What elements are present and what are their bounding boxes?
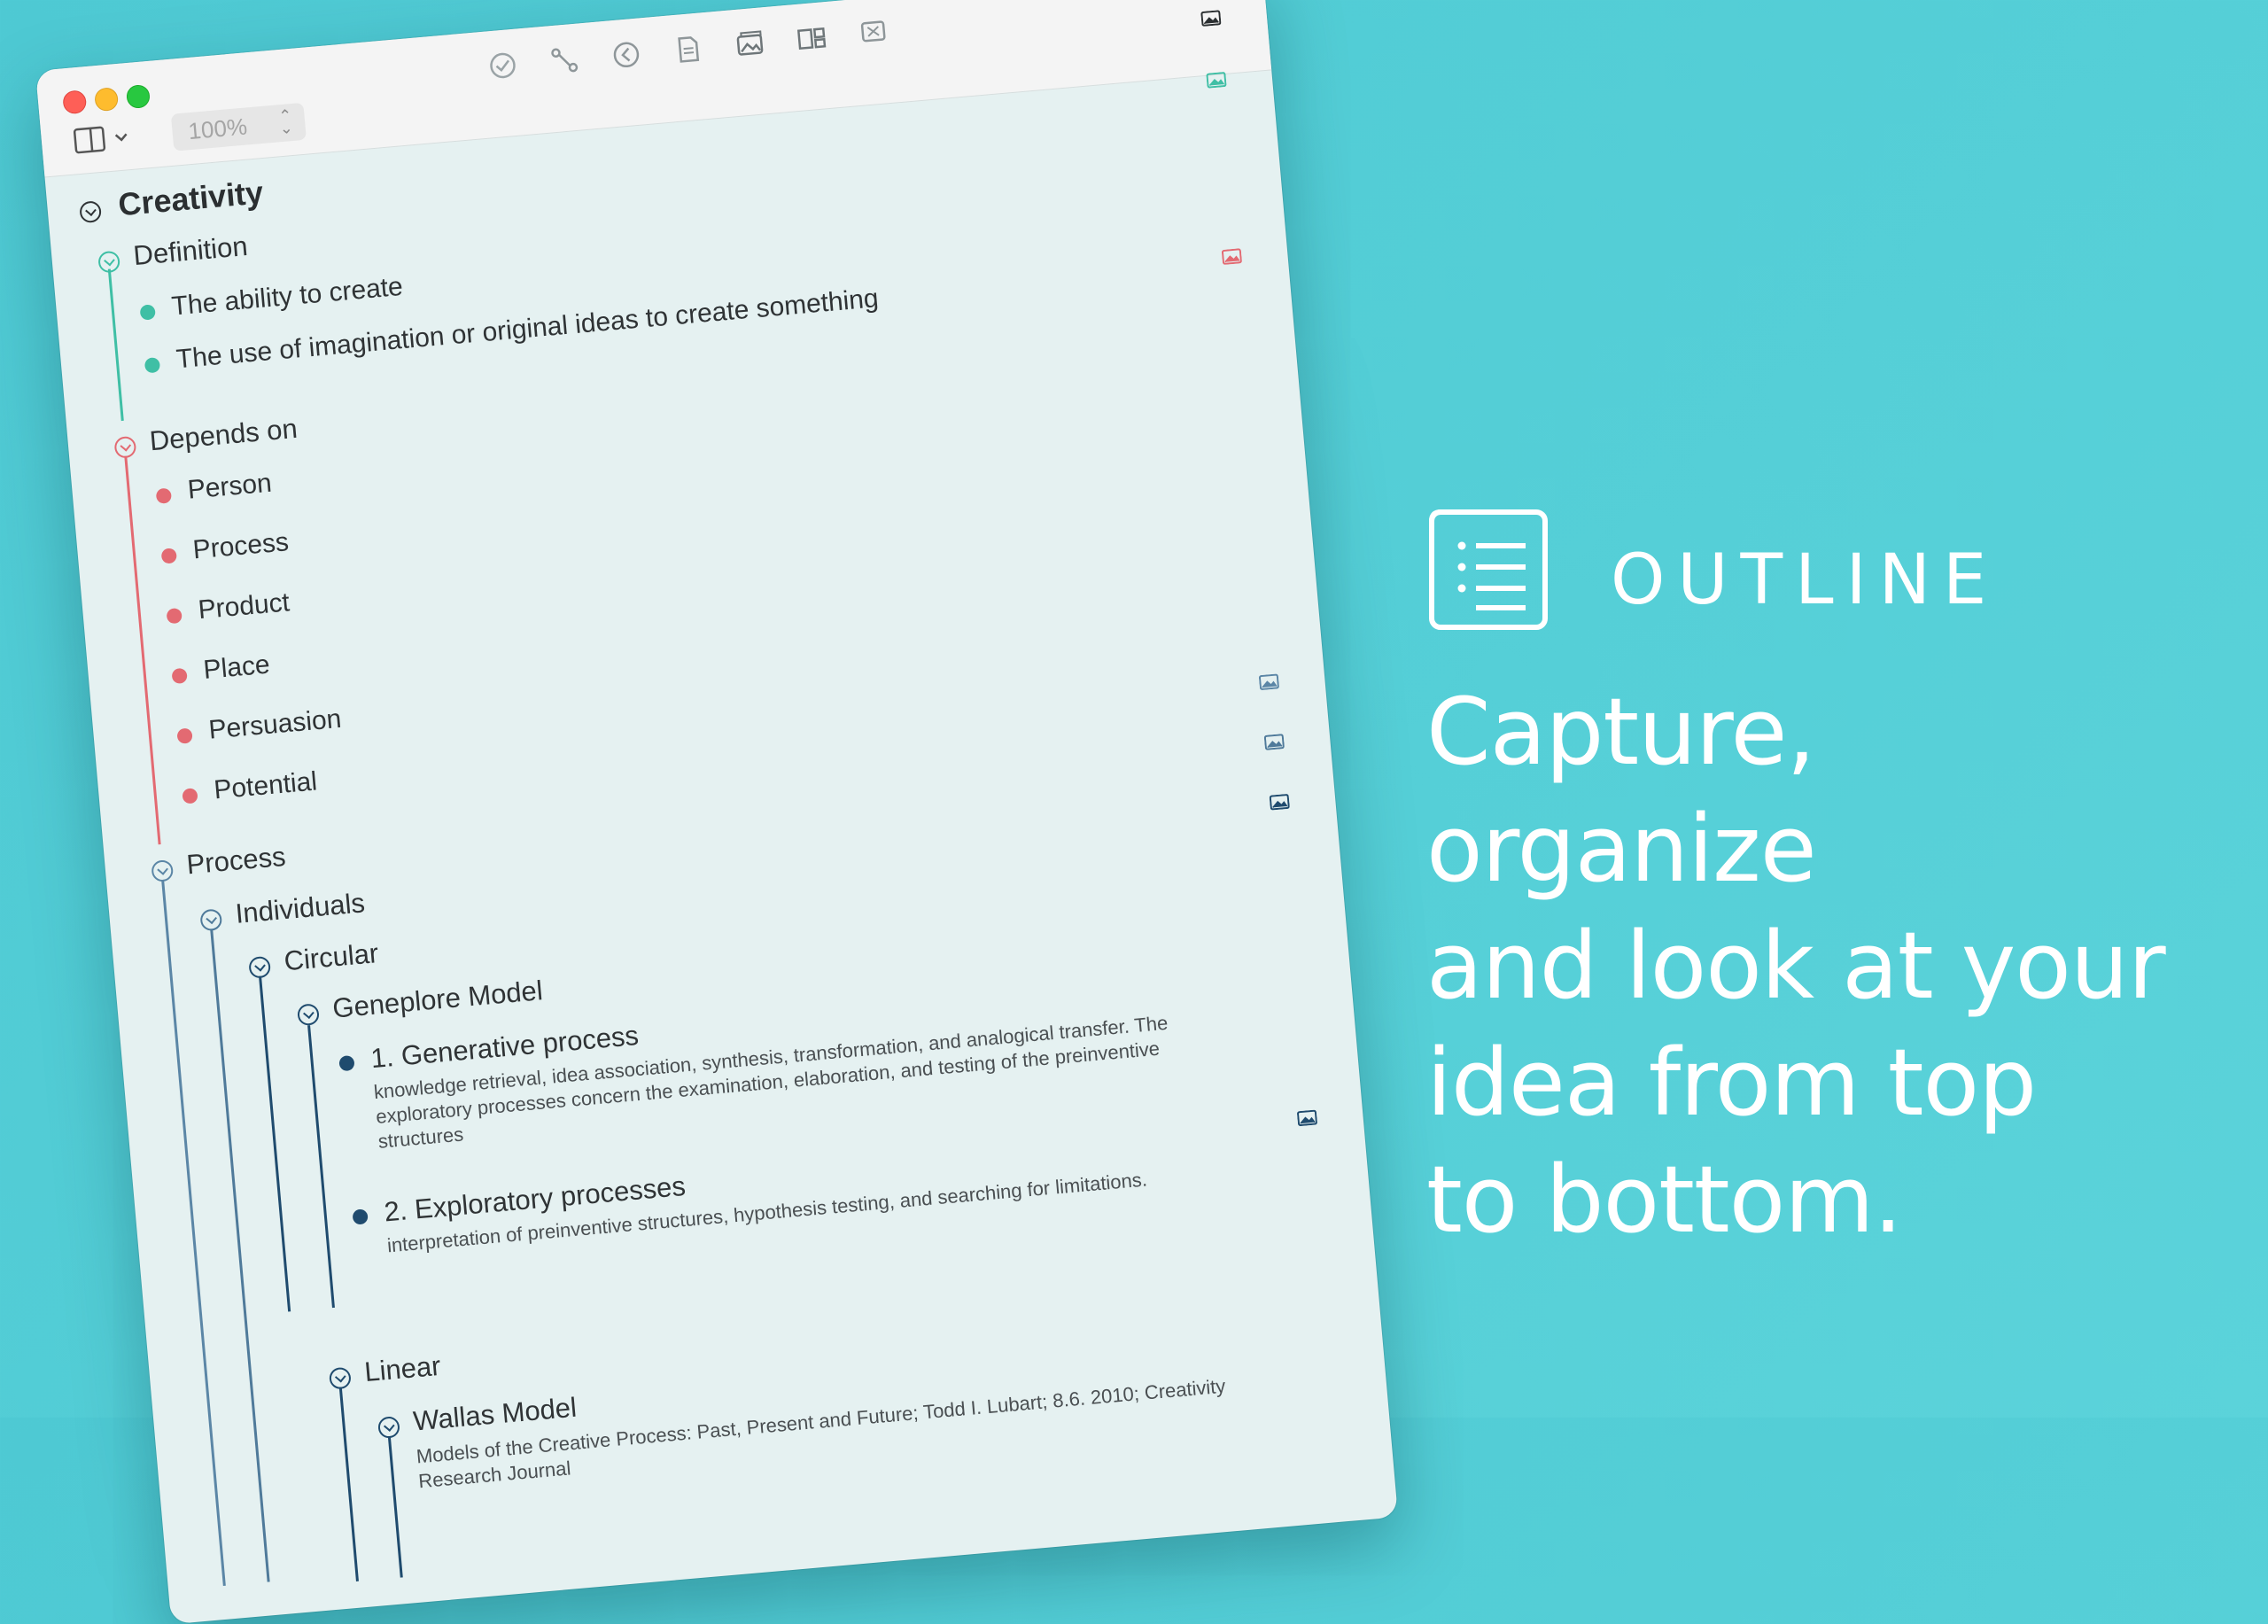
section-label: OUTLINE	[1611, 540, 2000, 620]
bullet-icon	[338, 1054, 355, 1072]
collapse-icon[interactable]	[297, 1003, 321, 1027]
branch-line-circular	[259, 975, 291, 1312]
bullet-icon	[352, 1208, 369, 1225]
stepper-icon[interactable]: ⌃ ⌄	[278, 106, 294, 137]
checkmark-icon[interactable]	[485, 49, 520, 83]
item-label: Person	[186, 468, 274, 505]
collapse-icon[interactable]	[248, 955, 272, 979]
outline-item[interactable]: The ability to create	[138, 272, 404, 325]
headline: Capture, organize and look at your idea …	[1426, 673, 2224, 1258]
collapse-icon[interactable]	[113, 435, 137, 459]
bullet-icon	[139, 304, 156, 321]
collapse-icon[interactable]	[97, 250, 121, 274]
outline-node-depends-on[interactable]: Depends on	[113, 413, 299, 461]
bullet-icon	[182, 788, 198, 804]
image-attachment-icon[interactable]	[1258, 673, 1279, 690]
bullet-icon	[166, 607, 183, 625]
document-icon[interactable]	[671, 32, 705, 66]
item-label: The ability to create	[170, 271, 405, 322]
bullet-icon	[171, 667, 188, 685]
image-attachment-icon[interactable]	[1269, 794, 1290, 811]
branch-line-depends-on	[124, 455, 161, 845]
outline-item[interactable]: Potential	[181, 766, 318, 808]
outline-view: Creativity Definition The ability to cre…	[44, 10, 1398, 1624]
layout-icon[interactable]	[795, 21, 829, 56]
outline-node-process[interactable]: Process	[150, 841, 287, 884]
branch-line-geneplore	[307, 1025, 335, 1309]
image-attachment-icon[interactable]	[1263, 734, 1285, 750]
bullet-icon	[155, 487, 173, 504]
outline-node-geneplore[interactable]: Geneplore Model	[296, 975, 544, 1028]
outline-node-circular[interactable]: Circular	[247, 937, 380, 981]
branch-line-linear	[338, 1387, 359, 1581]
item-note: Models of the Creative Process: Past, Pr…	[415, 1374, 1227, 1493]
bullet-icon	[176, 727, 193, 744]
image-attachment-icon[interactable]	[1221, 248, 1242, 265]
item-label: Process	[191, 527, 291, 565]
headline-line: to bottom.	[1426, 1146, 1903, 1254]
chevron-down-icon	[114, 133, 128, 142]
collapse-icon[interactable]	[199, 908, 223, 932]
close-window-button[interactable]	[62, 89, 88, 115]
zoom-value: 100%	[187, 113, 249, 145]
sidebar-toggle-button[interactable]	[73, 121, 137, 159]
item-label: Persuasion	[207, 703, 343, 745]
item-label: Potential	[213, 766, 319, 805]
gallery-icon[interactable]	[733, 27, 767, 61]
outline-item[interactable]: Person	[155, 469, 274, 509]
outline-item[interactable]: Product	[165, 587, 291, 628]
branch-icon[interactable]	[548, 43, 582, 77]
bullet-icon	[160, 548, 177, 564]
node-label: Individuals	[234, 887, 367, 929]
outline-node-linear[interactable]: Linear	[328, 1350, 442, 1392]
sidebar-icon	[73, 126, 128, 154]
headline-line: Capture, organize	[1426, 678, 1817, 903]
close-box-icon[interactable]	[856, 16, 890, 51]
minimize-window-button[interactable]	[94, 87, 120, 113]
outline-node-definition[interactable]: Definition	[97, 230, 249, 276]
branch-line-individuals	[210, 929, 270, 1582]
branch-line-wallas	[387, 1435, 403, 1578]
collapse-icon[interactable]	[79, 200, 103, 224]
outline-node-individuals[interactable]: Individuals	[198, 887, 366, 933]
branch-line-definition	[107, 268, 124, 422]
image-attachment-icon[interactable]	[1297, 1109, 1317, 1127]
node-label: Definition	[132, 229, 249, 272]
bullet-icon	[144, 357, 161, 374]
app-window: 100% ⌃ ⌄ Creativity Definition The abili…	[35, 0, 1399, 1624]
item-label: Product	[197, 587, 291, 626]
node-label: Geneplore Model	[330, 975, 544, 1024]
image-attachment-icon[interactable]	[1206, 72, 1227, 89]
node-label: Circular	[283, 937, 380, 977]
zoom-field[interactable]: 100% ⌃ ⌄	[170, 102, 307, 152]
node-label: Wallas Model	[411, 1391, 579, 1437]
zoom-window-button[interactable]	[125, 83, 151, 110]
outline-item[interactable]: Persuasion	[175, 703, 343, 749]
node-label: Depends on	[148, 412, 299, 457]
item-label: Place	[202, 649, 271, 685]
node-label: Linear	[362, 1349, 442, 1388]
collapse-icon[interactable]	[151, 859, 175, 882]
node-label: Process	[185, 840, 287, 881]
outline-root[interactable]: Creativity	[78, 174, 265, 227]
collapse-icon[interactable]	[377, 1416, 400, 1440]
headline-line: and look at your	[1426, 912, 2166, 1020]
collapse-icon[interactable]	[328, 1366, 352, 1390]
outline-list-icon	[1429, 509, 1548, 630]
image-attachment-icon[interactable]	[1200, 10, 1222, 27]
root-title: Creativity	[116, 174, 265, 223]
headline-line: idea from top	[1426, 1029, 2037, 1137]
back-icon[interactable]	[609, 37, 643, 72]
outline-item[interactable]: Place	[170, 650, 271, 689]
outline-item[interactable]: Process	[160, 527, 291, 568]
item-note: knowledge retrieval, idea association, s…	[372, 1011, 1169, 1153]
